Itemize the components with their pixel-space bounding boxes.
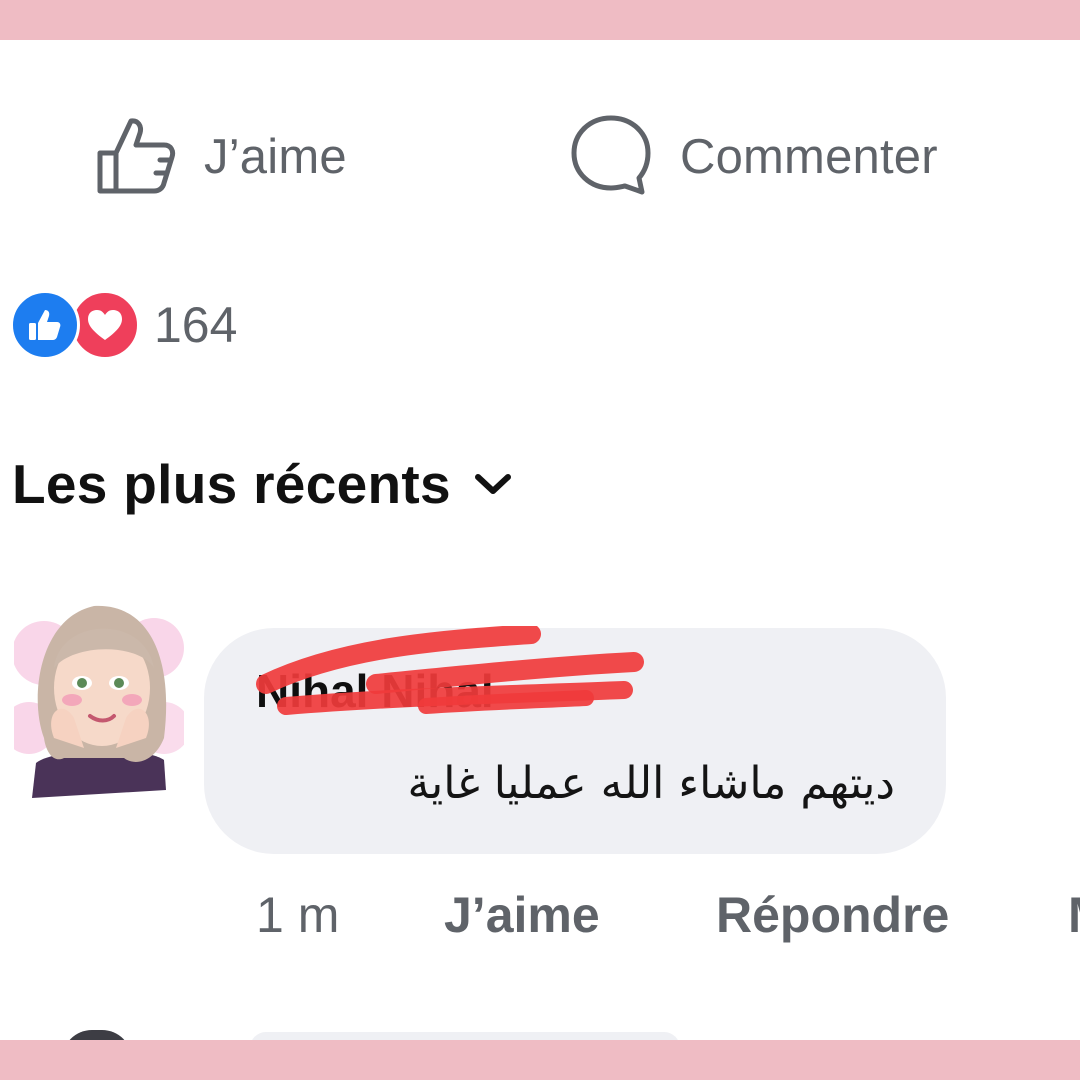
comment-more-button[interactable]: M [1068,880,1080,950]
like-label: J’aime [204,130,347,184]
comment-author[interactable]: Nihal Nihal [256,664,494,718]
comment-button[interactable]: Commenter [568,112,938,202]
comment-label: Commenter [680,130,938,184]
reactions-summary[interactable]: 164 [10,290,237,360]
frame-bottom-border [0,1040,1080,1080]
heart-reaction-icon [70,290,140,360]
comment-sort-dropdown[interactable]: Les plus récents [12,452,513,516]
like-button[interactable]: J’aime [94,112,347,202]
comment-text: ديتهم ماشاء الله عمليا غاية [407,758,895,809]
thumbs-up-icon [94,113,178,202]
comment-like-button[interactable]: J’aime [444,880,600,950]
frame-top-border [0,0,1080,40]
speech-bubble-icon [568,112,654,203]
reaction-count: 164 [154,297,238,353]
avatar[interactable] [3,588,190,803]
like-reaction-icon [10,290,80,360]
comment-reply-button[interactable]: Répondre [716,880,949,950]
comment-timestamp: 1 m [256,887,340,943]
sort-label: Les plus récents [12,453,451,515]
chevron-down-icon [473,472,513,503]
